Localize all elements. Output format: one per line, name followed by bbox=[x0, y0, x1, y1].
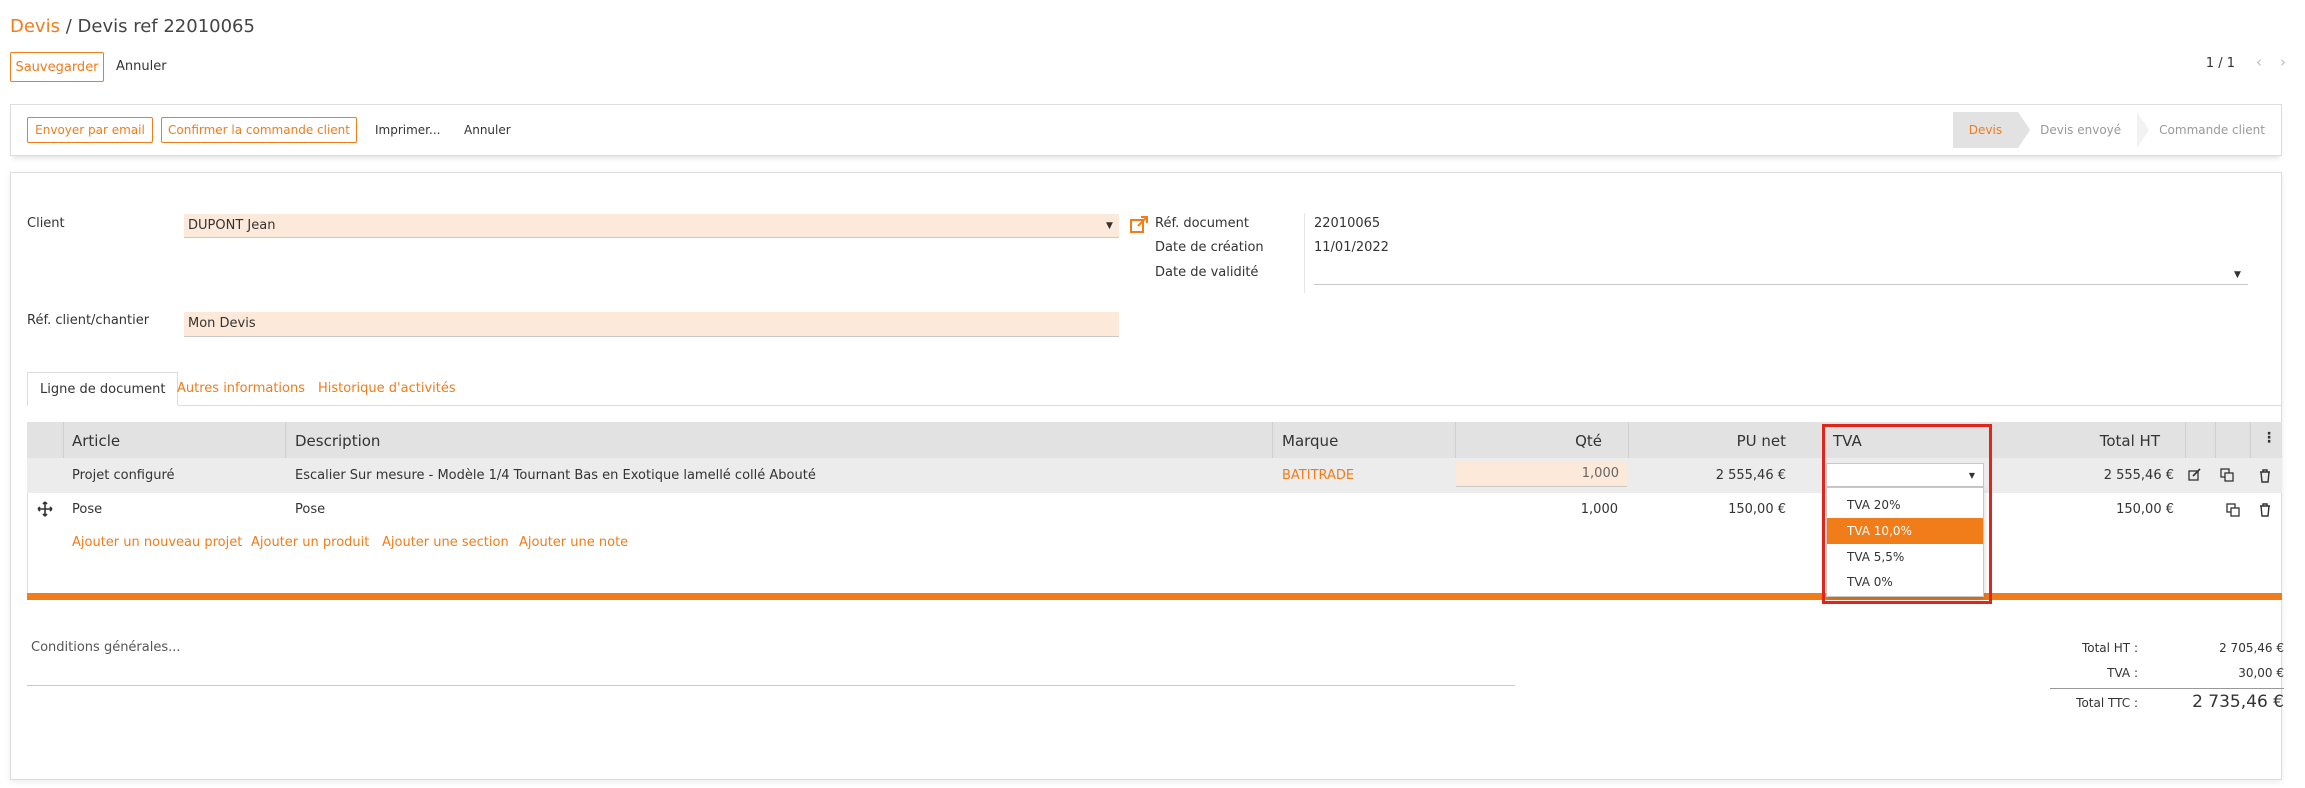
header-divider bbox=[2185, 422, 2186, 458]
breadcrumb: Devis / Devis ref 22010065 bbox=[10, 16, 255, 37]
date-validite-label: Date de validité bbox=[1155, 265, 1259, 280]
total-ttc-label: Total TTC : bbox=[2076, 696, 2138, 710]
col-marque[interactable]: Marque bbox=[1282, 432, 1338, 450]
row2-description: Pose bbox=[295, 502, 326, 517]
cancel-quote-button[interactable]: Annuler bbox=[464, 123, 511, 137]
tva-total-value: 30,00 € bbox=[2238, 666, 2284, 680]
tva-highlight-frame bbox=[1822, 424, 1992, 604]
col-pu-net[interactable]: PU net bbox=[1638, 432, 1786, 450]
tva-total-label: TVA : bbox=[2107, 666, 2138, 680]
row1-marque[interactable]: BATITRADE bbox=[1282, 468, 1354, 483]
col-description[interactable]: Description bbox=[295, 432, 380, 450]
breadcrumb-current: Devis ref 22010065 bbox=[77, 16, 255, 37]
col-qte[interactable]: Qté bbox=[1465, 432, 1602, 450]
tab-historique-activites[interactable]: Historique d'activités bbox=[318, 381, 456, 396]
stage-commande-client[interactable]: Commande client bbox=[2137, 112, 2281, 148]
row1-description: Escalier Sur mesure - Modèle 1/4 Tournan… bbox=[295, 468, 816, 483]
pager-counter: 1 / 1 bbox=[2205, 56, 2235, 71]
ref-client-field[interactable]: Mon Devis bbox=[184, 312, 1119, 337]
header-divider bbox=[63, 422, 64, 458]
tab-ligne-de-document[interactable]: Ligne de document bbox=[27, 372, 179, 406]
col-total-ht[interactable]: Total HT bbox=[2000, 432, 2160, 450]
tab-autres-informations[interactable]: Autres informations bbox=[177, 381, 305, 396]
header-divider bbox=[2250, 422, 2251, 458]
add-note-link[interactable]: Ajouter une note bbox=[519, 535, 628, 550]
header-divider bbox=[1455, 422, 1456, 458]
row1-pu-net: 2 555,46 € bbox=[1715, 468, 1786, 483]
print-button[interactable]: Imprimer... bbox=[375, 123, 440, 137]
previous-record-icon[interactable]: ‹ bbox=[2256, 53, 2262, 71]
breadcrumb-separator: / bbox=[65, 16, 72, 37]
client-field[interactable]: DUPONT Jean bbox=[184, 214, 1119, 238]
row1-article: Projet configuré bbox=[72, 468, 175, 483]
row2-qte: 1,000 bbox=[1580, 502, 1618, 517]
confirm-order-button[interactable]: Confirmer la commande client bbox=[161, 117, 357, 143]
totals-divider bbox=[2050, 688, 2284, 689]
ref-client-label: Réf. client/chantier bbox=[27, 313, 150, 328]
add-section-link[interactable]: Ajouter une section bbox=[382, 535, 509, 550]
date-creation-value: 11/01/2022 bbox=[1314, 240, 1389, 255]
row2-article: Pose bbox=[72, 502, 103, 517]
row2-pu-net: 150,00 € bbox=[1728, 502, 1786, 517]
next-record-icon[interactable]: › bbox=[2280, 53, 2286, 71]
stage-devis-envoye[interactable]: Devis envoyé bbox=[2018, 112, 2138, 148]
client-label: Client bbox=[27, 216, 65, 231]
drag-handle-icon[interactable] bbox=[36, 500, 54, 518]
row1-qte-field[interactable]: 1,000 bbox=[1456, 461, 1627, 487]
add-product-link[interactable]: Ajouter un produit bbox=[251, 535, 369, 550]
conditions-underline bbox=[27, 685, 1515, 686]
duplicate-icon[interactable] bbox=[2224, 501, 2242, 519]
header-divider bbox=[2215, 422, 2216, 458]
total-ht-value: 2 705,46 € bbox=[2219, 641, 2284, 655]
date-validite-field[interactable] bbox=[1314, 263, 2248, 285]
col-article[interactable]: Article bbox=[72, 432, 120, 450]
add-project-link[interactable]: Ajouter un nouveau projet bbox=[72, 535, 242, 550]
status-bar: Envoyer par email Confirmer la commande … bbox=[10, 104, 2282, 156]
duplicate-icon[interactable] bbox=[2218, 466, 2236, 484]
edit-icon[interactable] bbox=[2186, 466, 2204, 484]
header-divider bbox=[1272, 422, 1273, 458]
send-email-button[interactable]: Envoyer par email bbox=[27, 117, 153, 143]
total-ht-label: Total HT : bbox=[2081, 641, 2138, 655]
header-divider bbox=[1628, 422, 1629, 458]
field-separator bbox=[1304, 213, 1305, 293]
trash-icon[interactable] bbox=[2256, 467, 2274, 485]
conditions-field[interactable]: Conditions générales... bbox=[31, 640, 181, 655]
trash-icon[interactable] bbox=[2256, 501, 2274, 519]
date-creation-label: Date de création bbox=[1155, 240, 1264, 255]
status-stages: Devis Devis envoyé Commande client bbox=[1952, 112, 2281, 148]
external-link-icon[interactable] bbox=[1128, 214, 1150, 236]
row1-total-ht: 2 555,46 € bbox=[2103, 468, 2174, 483]
stage-devis[interactable]: Devis bbox=[1952, 112, 2031, 148]
tabs-divider bbox=[27, 405, 2282, 406]
save-button[interactable]: Sauvegarder bbox=[10, 52, 104, 82]
row2-total-ht: 150,00 € bbox=[2116, 502, 2174, 517]
total-ttc-value: 2 735,46 € bbox=[2192, 692, 2284, 712]
date-validite-dropdown-icon[interactable]: ▼ bbox=[2234, 270, 2241, 280]
ref-document-value: 22010065 bbox=[1314, 216, 1381, 231]
client-dropdown-icon[interactable]: ▼ bbox=[1106, 221, 1113, 231]
breadcrumb-root-link[interactable]: Devis bbox=[10, 16, 60, 37]
header-divider bbox=[285, 422, 286, 458]
ref-document-label: Réf. document bbox=[1155, 216, 1249, 231]
cancel-button[interactable]: Annuler bbox=[116, 59, 167, 74]
column-options-icon[interactable]: ⋮ bbox=[2262, 430, 2276, 446]
